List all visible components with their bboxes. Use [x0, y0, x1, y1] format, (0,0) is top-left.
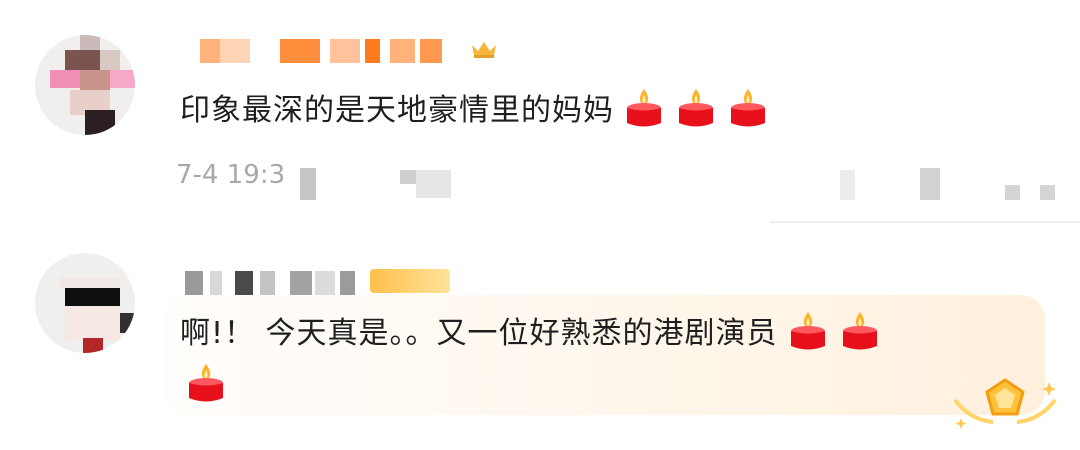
candle-icon — [842, 312, 877, 350]
candle-icon — [189, 364, 223, 402]
candle-icon — [790, 312, 825, 350]
divider — [770, 221, 1080, 223]
comment-item: 印象最深的是天地豪情里的妈妈 7-4 19:3 — [0, 0, 1080, 225]
crown-icon — [472, 42, 496, 58]
avatar[interactable] — [35, 35, 135, 135]
username[interactable] — [180, 33, 500, 67]
comment-timestamp: 7-4 19:3 — [176, 160, 286, 190]
avatar[interactable] — [35, 253, 135, 353]
username[interactable] — [180, 265, 500, 299]
fan-badge — [370, 269, 450, 293]
candle-icon — [679, 89, 713, 127]
vip-medal-icon — [953, 378, 1057, 429]
candle-icon — [627, 89, 661, 127]
comment-item: 啊!！ 今天真是。。又一位好熟悉的港剧演员 — [0, 225, 1080, 450]
comment-text: 印象最深的是天地豪情里的妈妈 — [180, 84, 1060, 138]
candle-icon — [731, 89, 765, 127]
comment-text: 啊!！ 今天真是。。又一位好熟悉的港剧演员 — [180, 308, 1020, 412]
